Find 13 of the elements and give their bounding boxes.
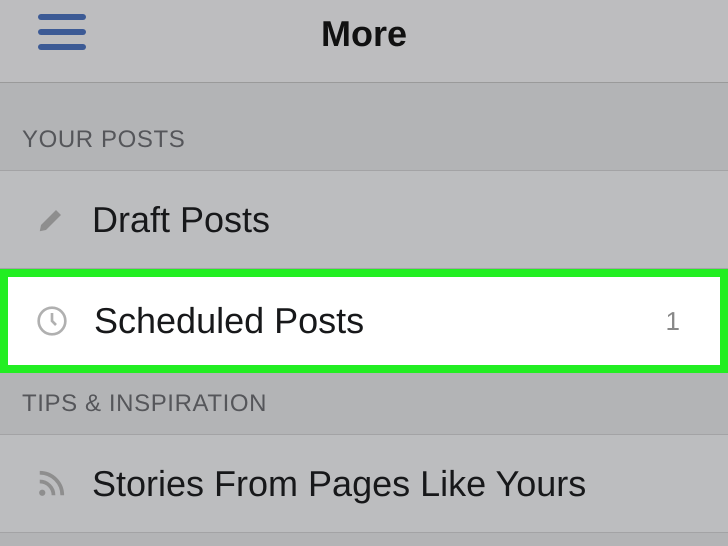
clock-icon (36, 305, 68, 337)
row-label: Stories From Pages Like Yours (92, 462, 586, 506)
screen-title: More (320, 12, 407, 56)
section-header: YOUR POSTS (22, 124, 186, 154)
rss-icon (36, 468, 66, 498)
menu-row[interactable]: Scheduled Posts 1 (0, 269, 728, 373)
row-count: 1 (666, 304, 680, 338)
section-header: TIPS & INSPIRATION (22, 388, 268, 418)
menu-icon[interactable] (38, 14, 86, 50)
menu-row[interactable]: Draft Posts (0, 171, 728, 269)
row-label: Draft Posts (92, 198, 270, 242)
row-label: Scheduled Posts (94, 299, 364, 343)
menu-row[interactable]: Stories From Pages Like Yours (0, 435, 728, 533)
